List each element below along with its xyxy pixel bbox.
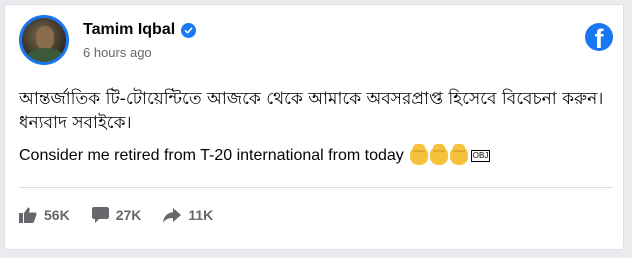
waving-hand-icon xyxy=(409,143,428,165)
comment-icon xyxy=(91,207,109,223)
post-stats: 56K 27K 11K xyxy=(19,207,235,223)
object-replacement-glyph: OBJ xyxy=(470,149,491,162)
post-body: আন্তর্জাতিক টি-টোয়েন্টিতে আজকে থেকে আমা… xyxy=(19,87,613,167)
post-timestamp[interactable]: 6 hours ago xyxy=(83,45,152,60)
post-header: Tamim Iqbal 6 hours ago f xyxy=(19,15,613,73)
post-card: Tamim Iqbal 6 hours ago f আন্তর্জাতিক টি… xyxy=(4,4,624,250)
comments-count: 27K xyxy=(115,207,142,223)
avatar-face xyxy=(36,26,54,50)
likes-stat[interactable]: 56K xyxy=(19,207,70,223)
comments-stat[interactable]: 27K xyxy=(91,207,142,223)
shares-stat[interactable]: 11K xyxy=(163,207,213,223)
likes-count: 56K xyxy=(44,207,70,223)
waving-hand-icon xyxy=(449,143,468,165)
waving-hand-icon xyxy=(429,143,448,165)
facebook-logo-icon[interactable]: f xyxy=(585,23,613,54)
post-text-bangla: আন্তর্জাতিক টি-টোয়েন্টিতে আজকে থেকে আমা… xyxy=(19,89,604,133)
author-name-row: Tamim Iqbal xyxy=(83,21,197,39)
waving-hands-emoji: OBJ xyxy=(409,143,491,167)
avatar-body xyxy=(28,48,62,62)
verified-badge-icon xyxy=(181,22,197,38)
share-icon xyxy=(163,207,182,223)
author-name[interactable]: Tamim Iqbal xyxy=(83,21,175,39)
author-avatar[interactable] xyxy=(19,15,69,65)
like-icon xyxy=(19,207,37,223)
post-text-english: Consider me retired from T-20 internatio… xyxy=(19,147,404,165)
facebook-f-glyph: f xyxy=(594,24,604,54)
shares-count: 11K xyxy=(188,207,214,223)
stats-divider xyxy=(19,187,613,188)
post-text-english-line: Consider me retired from T-20 internatio… xyxy=(19,143,613,167)
